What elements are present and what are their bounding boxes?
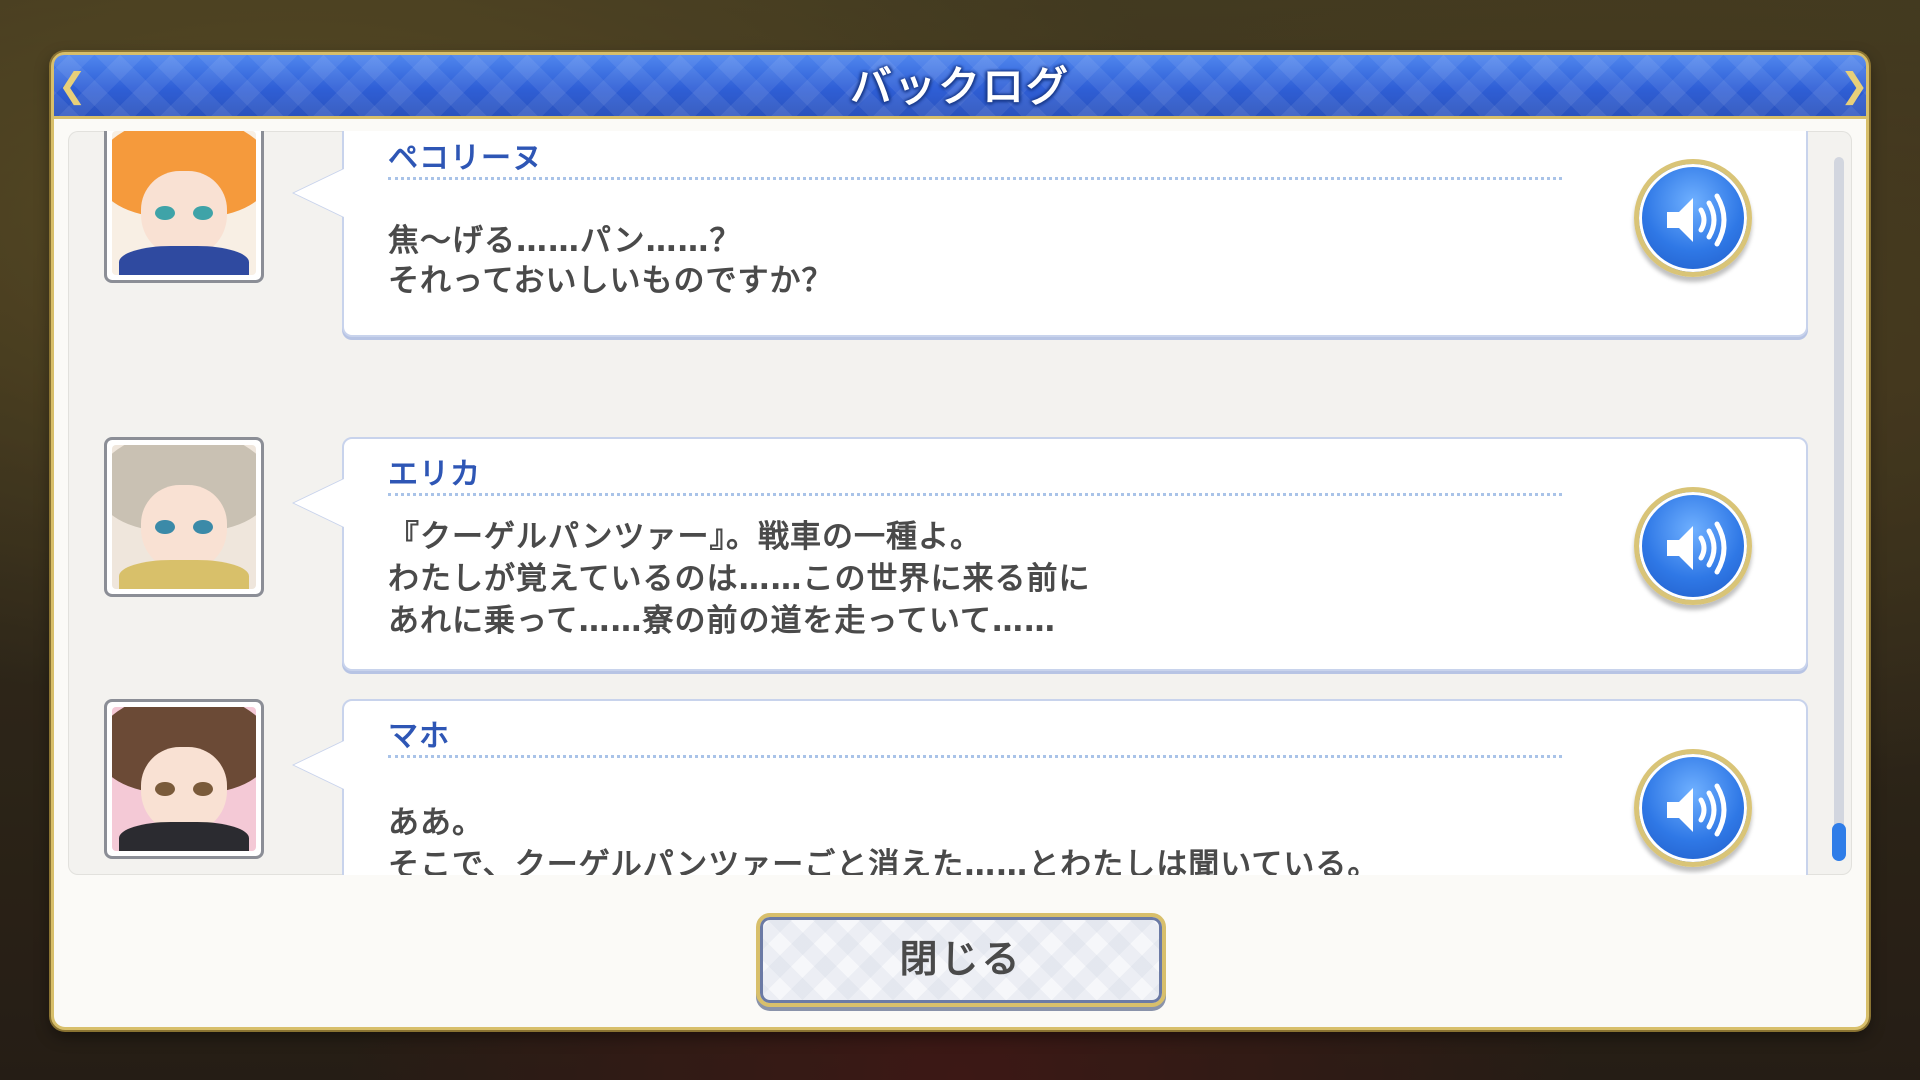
scrollbar-track[interactable] [1832,157,1846,861]
voice-replay-button[interactable] [1634,487,1752,605]
speaker-volume-icon [1667,783,1727,837]
dialogue-line: それっておいしいものですか？ [388,263,834,299]
speech-bubble: ペコリーヌ 焦～げる……パン……？ それっておいしいものですか？ [294,131,1808,337]
title-bar: ❮ ❯ バックログ [54,55,1869,119]
name-divider [388,755,1562,758]
voice-replay-button[interactable] [1634,749,1752,867]
scrollbar-thumb[interactable] [1832,823,1846,861]
close-button[interactable]: 閉じる [756,913,1166,1007]
name-divider [388,493,1562,496]
dialog-title: バックログ [849,62,1070,111]
dialogue-line: わたしが覚えているのは……この世界に来る前に [388,561,1091,597]
speech-bubble: エリカ 『クーゲルパンツァー』。戦車の一種よ。 わたしが覚えているのは……この世… [294,437,1808,671]
voice-replay-button[interactable] [1634,159,1752,277]
name-divider [388,177,1562,180]
dialogue-line: そこで、クーゲルパンツァーごと消えた……とわたしは聞いている。 [388,847,1380,875]
log-entry: エリカ 『クーゲルパンツァー』。戦車の一種よ。 わたしが覚えているのは……この世… [68,437,1852,673]
speaker-name: マホ [388,719,450,754]
speaker-name: ペコリーヌ [388,141,543,176]
dialogue-line: ああ。 [388,805,484,841]
speaker-volume-icon [1667,521,1727,575]
backlog-dialog: ❮ ❯ バックログ ペコリーヌ 焦～げる……パン……？ それっておいしいものです… [51,52,1869,1030]
dialogue-line: 『クーゲルパンツァー』。戦車の一種よ。 [388,519,983,555]
speaker-volume-icon [1667,193,1727,247]
backlog-list[interactable]: ペコリーヌ 焦～げる……パン……？ それっておいしいものですか？ エリカ 『クー… [68,131,1852,875]
portrait-erika [104,437,264,597]
portrait-maho [104,699,264,859]
speech-bubble: マホ ああ。 そこで、クーゲルパンツァーごと消えた……とわたしは聞いている。 [294,699,1808,875]
speaker-name: エリカ [388,457,481,492]
log-entry: ペコリーヌ 焦～げる……パン……？ それっておいしいものですか？ [68,131,1852,359]
log-entry: マホ ああ。 そこで、クーゲルパンツァーごと消えた……とわたしは聞いている。 [68,699,1852,875]
portrait-pecorine [104,131,264,283]
dialogue-line: 焦～げる……パン……？ [388,223,742,259]
dialogue-line: あれに乗って……寮の前の道を走っていて…… [388,603,1056,639]
